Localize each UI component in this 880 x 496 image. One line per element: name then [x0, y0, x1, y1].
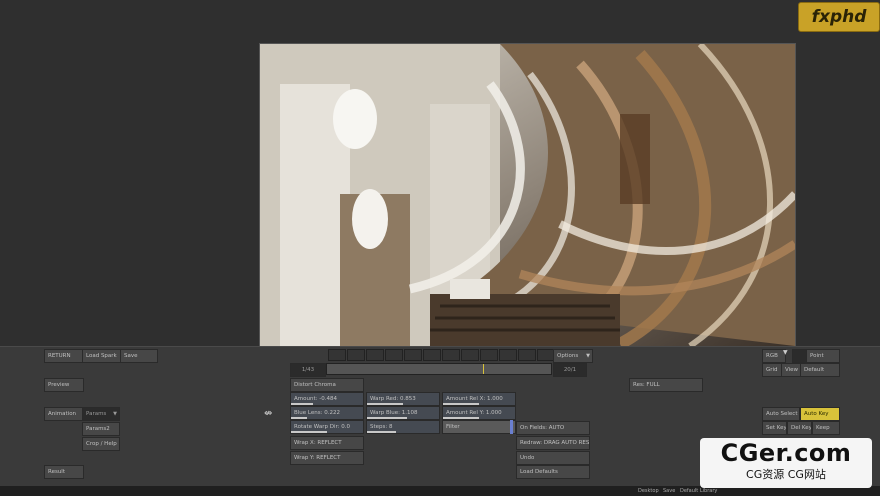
- frame-slot[interactable]: [366, 349, 384, 361]
- warp-blue-field[interactable]: Warp Blue: 1.108: [366, 406, 440, 420]
- options-label: Options: [557, 353, 579, 359]
- rotate-warp-dir-slider: [291, 431, 327, 433]
- filter-label: Filter: [446, 424, 460, 430]
- watermark-title: CGer.com: [720, 439, 852, 467]
- params-tab[interactable]: Params ▼: [82, 407, 120, 421]
- frame-slot[interactable]: [404, 349, 422, 361]
- watermark-subtitle: CG资源 CG网站: [746, 468, 826, 481]
- timeline-end[interactable]: 20/1: [553, 363, 587, 377]
- blue-lens-slider: [291, 417, 307, 419]
- fxphd-logo: fxphd: [798, 2, 880, 32]
- result-button[interactable]: Result: [44, 465, 84, 479]
- auto-key-button[interactable]: Auto Key: [800, 407, 840, 421]
- chevron-down-icon[interactable]: ▼: [783, 349, 788, 356]
- amount-slider: [291, 403, 313, 405]
- params2-tab[interactable]: Params2: [82, 422, 120, 436]
- chevron-down-icon: ▼: [586, 353, 590, 359]
- distort-chroma-button[interactable]: Distort Chroma: [290, 378, 364, 392]
- amount-field[interactable]: Amount: -0.484: [290, 392, 364, 406]
- rotate-warp-dir-label: Rotate Warp Dir: 0.0: [294, 424, 350, 430]
- grid-button[interactable]: Grid: [762, 363, 783, 377]
- steps-slider: [367, 431, 396, 433]
- amount-rel-y-label: Amount Rel Y: 1.000: [446, 410, 502, 416]
- point-button[interactable]: Point: [806, 349, 840, 363]
- desktop-button[interactable]: Desktop: [638, 486, 659, 496]
- blue-lens-label: Blue Lens: 0.222: [294, 410, 340, 416]
- set-key-button[interactable]: Set Key: [762, 421, 787, 435]
- frame-slot[interactable]: [423, 349, 441, 361]
- blue-lens-field[interactable]: Blue Lens: 0.222: [290, 406, 364, 420]
- amount-rel-y-field[interactable]: Amount Rel Y: 1.000: [442, 406, 516, 420]
- warp-blue-slider: [367, 417, 407, 419]
- timeline-bar[interactable]: [326, 363, 552, 375]
- default-button[interactable]: Default: [800, 363, 840, 377]
- warp-red-slider: [367, 403, 403, 405]
- image-viewport[interactable]: [259, 43, 796, 347]
- amount-rel-x-slider: [443, 403, 479, 405]
- load-spark-button[interactable]: Load Spark: [82, 349, 122, 363]
- warp-red-label: Warp Red: 0.853: [370, 396, 416, 402]
- view-button[interactable]: View: [781, 363, 802, 377]
- amount-label: Amount: -0.484: [294, 396, 337, 402]
- amount-rel-y-slider: [443, 417, 479, 419]
- status-save-button[interactable]: Save: [663, 486, 675, 496]
- steps-field[interactable]: Steps: 8: [366, 420, 440, 434]
- playhead[interactable]: [483, 364, 484, 374]
- frame-slot[interactable]: [480, 349, 498, 361]
- steps-label: Steps: 8: [370, 424, 393, 430]
- amount-rel-x-field[interactable]: Amount Rel X: 1.000: [442, 392, 516, 406]
- rotate-warp-dir-field[interactable]: Rotate Warp Dir: 0.0: [290, 420, 364, 434]
- link-icon[interactable]: ⇎: [264, 408, 272, 419]
- save-button[interactable]: Save: [120, 349, 158, 363]
- warp-red-field[interactable]: Warp Red: 0.853: [366, 392, 440, 406]
- warp-blue-label: Warp Blue: 1.108: [370, 410, 418, 416]
- redraw-button[interactable]: Redraw: DRAG AUTO RES: [516, 436, 590, 450]
- load-defaults-button[interactable]: Load Defaults: [516, 465, 590, 479]
- filter-toggle[interactable]: Filter: [442, 420, 516, 434]
- cger-watermark: CGer.com CG资源 CG网站: [700, 438, 872, 488]
- undo-button[interactable]: Undo: [516, 451, 590, 465]
- frame-slot[interactable]: [461, 349, 479, 361]
- frame-slot[interactable]: [499, 349, 517, 361]
- distorted-church-image: [260, 44, 795, 346]
- timeline-start[interactable]: 1/43: [290, 363, 326, 377]
- wrap-y-button[interactable]: Wrap Y: REFLECT: [290, 451, 364, 465]
- frame-slot[interactable]: [518, 349, 536, 361]
- crop-help-tab[interactable]: Crop / Help: [82, 437, 120, 451]
- frame-slot[interactable]: [347, 349, 365, 361]
- preview-button[interactable]: Preview: [44, 378, 84, 392]
- params-tab-label: Params: [86, 411, 107, 417]
- frame-slot[interactable]: [442, 349, 460, 361]
- res-button[interactable]: Res: FULL: [629, 378, 703, 392]
- wrap-x-button[interactable]: Wrap X: REFLECT: [290, 436, 364, 450]
- keep-button[interactable]: Keep: [812, 421, 840, 435]
- chevron-down-icon: ▼: [113, 411, 117, 417]
- on-fields-button[interactable]: On Fields: AUTO: [516, 421, 590, 435]
- filter-indicator: [510, 420, 513, 434]
- del-key-button[interactable]: Del Key: [787, 421, 812, 435]
- frame-slot[interactable]: [328, 349, 346, 361]
- auto-select-button[interactable]: Auto Select: [762, 407, 800, 421]
- animation-button[interactable]: Animation: [44, 407, 84, 421]
- return-button[interactable]: RETURN: [44, 349, 84, 363]
- options-menu[interactable]: Options ▼: [553, 349, 593, 363]
- amount-rel-x-label: Amount Rel X: 1.000: [446, 396, 503, 402]
- frame-slot[interactable]: [385, 349, 403, 361]
